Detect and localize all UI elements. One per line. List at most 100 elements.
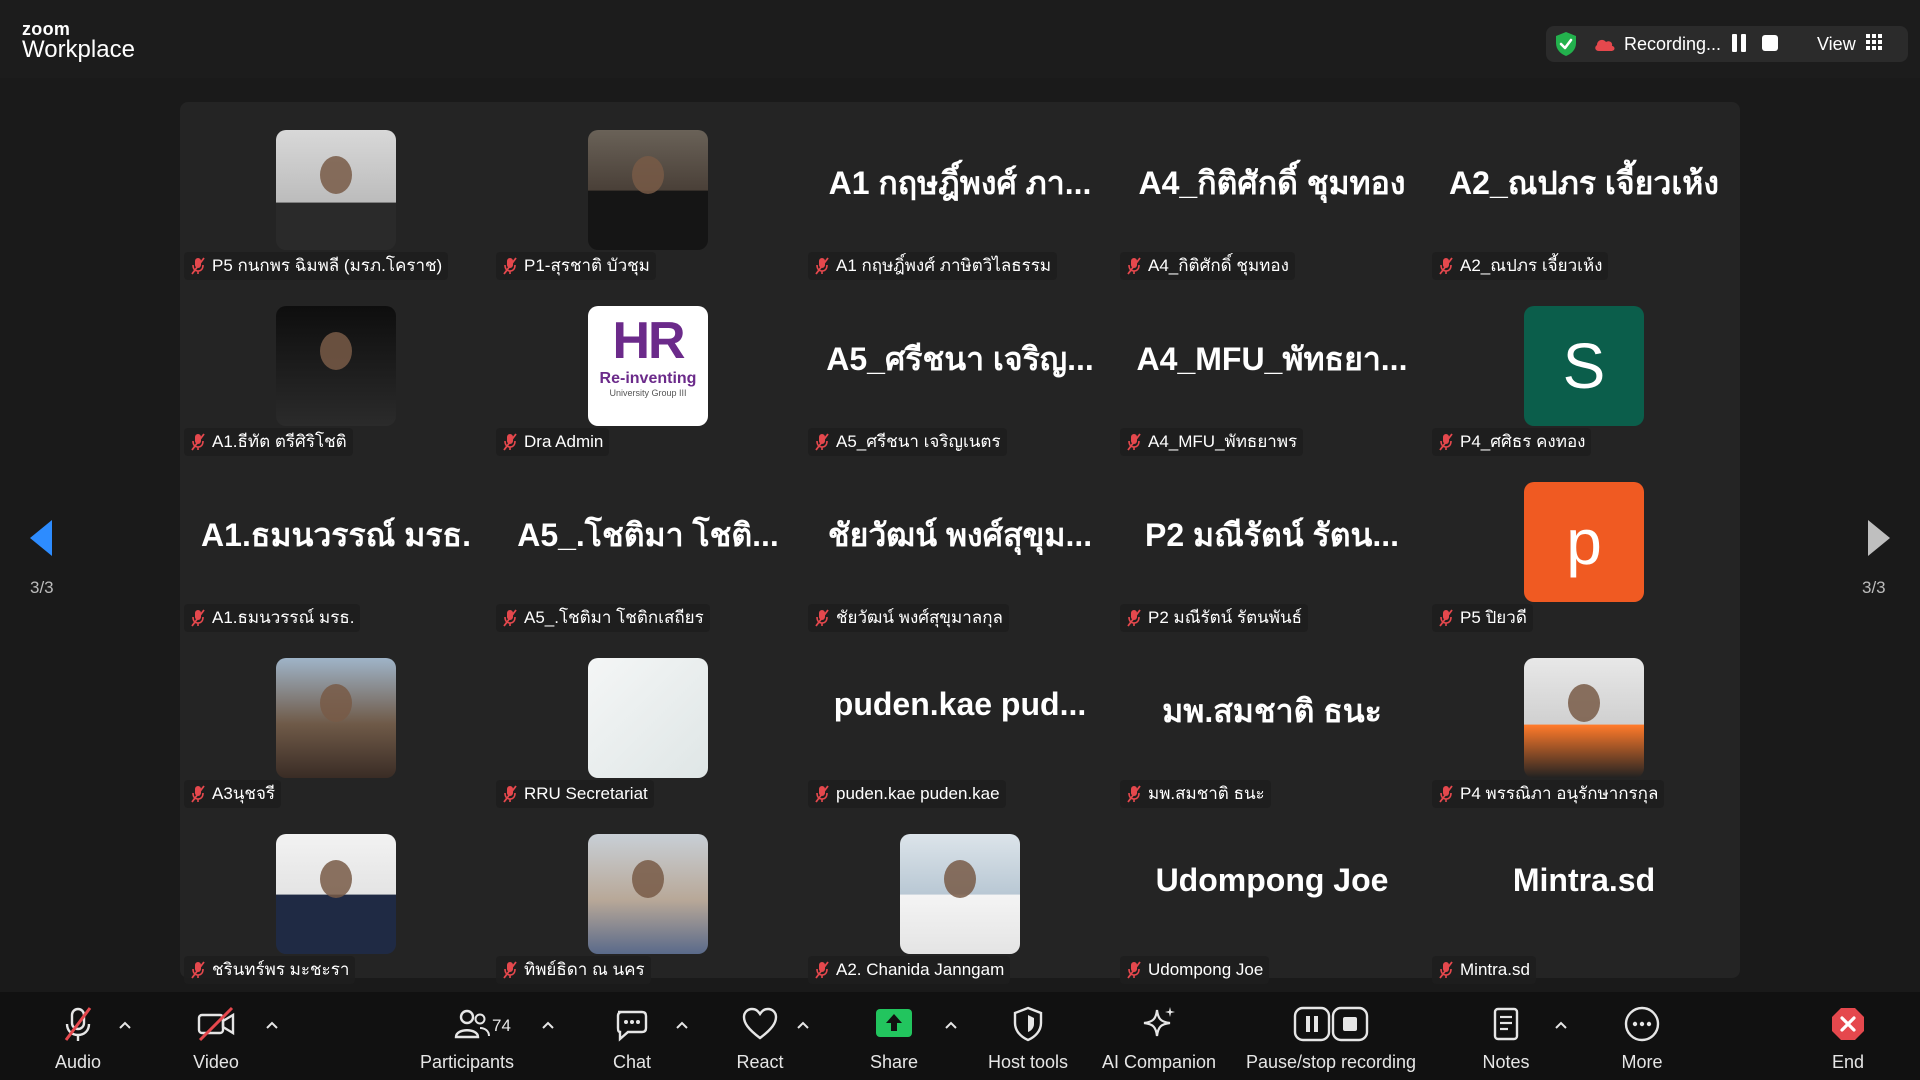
view-button[interactable]: View [1817, 34, 1856, 55]
host-tools-button[interactable]: Host tools [978, 992, 1078, 1080]
participant-name: RRU Secretariat [524, 784, 648, 803]
muted-mic-icon [1127, 961, 1141, 979]
page-indicator-left: 3/3 [30, 578, 54, 597]
participant-tile[interactable]: ชรินทร์พร มะชะรา [180, 806, 492, 984]
participant-tile[interactable]: P2 มณีรัตน์ รัตน... P2 มณีรัตน์ รัตนพันธ์ [1116, 454, 1428, 632]
participant-tile[interactable]: A1.ธมนวรรณ์ มรธ. A1.ธมนวรรณ์ มรธ. [180, 454, 492, 632]
video-off-icon [197, 1006, 235, 1042]
participant-photo [588, 130, 708, 250]
audio-button[interactable]: Audio [40, 992, 116, 1080]
participant-display-name: A5_ศรีชนา เจริญ... [826, 341, 1094, 377]
muted-mic-icon [1439, 785, 1453, 803]
react-options-caret-icon[interactable] [796, 1020, 810, 1030]
participants-count: 74 [492, 1016, 511, 1035]
muted-mic-icon [1127, 433, 1141, 451]
participant-tile[interactable]: RRU Secretariat [492, 630, 804, 808]
participant-tile[interactable]: A5_.โชติมา โชติ... A5_.โชติมา โชติกเสถียร [492, 454, 804, 632]
participant-name-tag: A5_ศรีชนา เจริญเนตร [808, 428, 1007, 456]
participant-name: P5 ปิยวดี [1460, 608, 1527, 627]
participant-tile[interactable]: HR Re-inventing University Group III Dra Ad… [492, 278, 804, 456]
muted-mic-icon [1439, 609, 1453, 627]
pause-stop-recording-button[interactable]: Pause/stop recording [1236, 992, 1426, 1080]
participants-icon [454, 1009, 490, 1039]
participant-name: P5 กนกพร ฉิมพลี (มรภ.โคราช) [212, 256, 443, 275]
participant-tile[interactable]: A4_กิติศักดิ์ ชุมทอง A4_กิติศักดิ์ ชุมทอง [1116, 102, 1428, 280]
muted-mic-icon [191, 433, 205, 451]
participant-name: A5_.โชติมา โชติกเสถียร [524, 608, 704, 627]
previous-page-arrow-icon[interactable] [28, 518, 54, 558]
audio-options-caret-icon[interactable] [118, 1020, 132, 1030]
participant-name-tag: P5 ปิยวดี [1432, 604, 1533, 632]
participant-tile[interactable]: Udompong Joe Udompong Joe [1116, 806, 1428, 984]
page-indicator-right: 3/3 [1862, 578, 1886, 597]
pause-recording-button[interactable] [1730, 34, 1748, 52]
person-silhouette [320, 332, 352, 370]
video-options-caret-icon[interactable] [265, 1020, 279, 1030]
notes-button[interactable]: Notes [1468, 992, 1544, 1080]
person-silhouette [632, 860, 664, 898]
ai-companion-button[interactable]: AI Companion [1094, 992, 1224, 1080]
participant-tile[interactable]: S P4_ศศิธร คงทอง [1428, 278, 1740, 456]
chat-button[interactable]: Chat [594, 992, 670, 1080]
person-silhouette [632, 156, 664, 194]
participant-display-name: A5_.โชติมา โชติ... [517, 517, 779, 553]
participant-tile[interactable]: ทิพย์ธิดา ณ นคร [492, 806, 804, 984]
participant-name: A3นุชจรี [212, 784, 276, 803]
more-button[interactable]: More [1604, 992, 1680, 1080]
participant-name-tag: Udompong Joe [1120, 956, 1270, 984]
participant-tile[interactable]: P1-สุรชาติ บัวชุม [492, 102, 804, 280]
participant-tile[interactable]: A3นุชจรี [180, 630, 492, 808]
participant-name: A1 กฤษฎิ์พงศ์ ภาษิตวิไลธรรม [836, 256, 1052, 275]
muted-mic-icon [191, 609, 205, 627]
participant-name-tag: P5 กนกพร ฉิมพลี (มรภ.โคราช) [184, 252, 449, 280]
participant-tile[interactable]: A1.ธีทัต ตรีศิริโชติ [180, 278, 492, 456]
muted-mic-icon [503, 961, 517, 979]
pause-stop-icon [1293, 1006, 1369, 1042]
participant-tile[interactable]: p P5 ปิยวดี [1428, 454, 1740, 632]
react-button[interactable]: React [722, 992, 798, 1080]
participant-photo [276, 306, 396, 426]
participant-name: ชรินทร์พร มะชะรา [212, 960, 350, 979]
participant-name-tag: A4_MFU_พัทธยาพร [1120, 428, 1304, 456]
participant-tile[interactable]: มพ.สมชาติ ธนะ มพ.สมชาติ ธนะ [1116, 630, 1428, 808]
participant-tile[interactable]: A5_ศรีชนา เจริญ... A5_ศรีชนา เจริญเนตร [804, 278, 1116, 456]
video-button[interactable]: Video [178, 992, 254, 1080]
next-page-arrow-icon[interactable] [1866, 518, 1892, 558]
participant-name-tag: P2 มณีรัตน์ รัตนพันธ์ [1120, 604, 1309, 632]
end-meeting-button[interactable]: End [1810, 992, 1886, 1080]
participant-name-tag: A4_กิติศักดิ์ ชุมทอง [1120, 252, 1295, 280]
heart-icon [742, 1007, 778, 1040]
participant-blank-avatar [588, 658, 708, 778]
muted-mic-icon [191, 257, 205, 275]
participant-tile[interactable]: A2. Chanida Janngam [804, 806, 1116, 984]
muted-mic-icon [1127, 609, 1141, 627]
chat-options-caret-icon[interactable] [675, 1020, 689, 1030]
muted-mic-icon [1439, 257, 1453, 275]
participant-tile[interactable]: Mintra.sd Mintra.sd [1428, 806, 1740, 984]
participants-options-caret-icon[interactable] [541, 1020, 555, 1030]
participant-display-name: A2_ณปภร เจี้ยวเห้ง [1449, 165, 1719, 201]
participant-name-tag: Mintra.sd [1432, 956, 1536, 984]
participant-name: puden.kae puden.kae [836, 784, 1000, 803]
participant-tile[interactable]: A2_ณปภร เจี้ยวเห้ง A2_ณปภร เจี้ยวเห้ง [1428, 102, 1740, 280]
muted-mic-icon [815, 961, 829, 979]
share-options-caret-icon[interactable] [944, 1020, 958, 1030]
share-button[interactable]: Share [856, 992, 932, 1080]
stop-recording-button[interactable] [1762, 35, 1778, 51]
participant-name-tag: P1-สุรชาติ บัวชุม [496, 252, 656, 280]
participants-label: Participants [419, 1052, 515, 1072]
grid-view-icon[interactable] [1866, 34, 1882, 50]
participant-tile[interactable]: A4_MFU_พัทธยา... A4_MFU_พัทธยาพร [1116, 278, 1428, 456]
brand-bottom: Workplace [22, 36, 135, 63]
participant-display-name: ชัยวัฒน์ พงศ์สุขุม... [827, 517, 1093, 553]
participant-tile[interactable]: puden.kae pud... puden.kae puden.kae [804, 630, 1116, 808]
person-silhouette [320, 156, 352, 194]
security-shield-icon[interactable] [1554, 31, 1578, 57]
participant-tile[interactable]: P4 พรรณิภา อนุรักษากรกุล [1428, 630, 1740, 808]
participant-tile[interactable]: P5 กนกพร ฉิมพลี (มรภ.โคราช) [180, 102, 492, 280]
participant-name-tag: A3นุชจรี [184, 780, 282, 808]
participants-button[interactable]: Participants [412, 992, 522, 1080]
notes-options-caret-icon[interactable] [1554, 1020, 1568, 1030]
participant-tile[interactable]: A1 กฤษฎิ์พงศ์ ภา... A1 กฤษฎิ์พงศ์ ภาษิตวิ… [804, 102, 1116, 280]
participant-tile[interactable]: ชัยวัฒน์ พงศ์สุขุม... ชัยวัฒน์ พงศ์สุขุมา… [804, 454, 1116, 632]
